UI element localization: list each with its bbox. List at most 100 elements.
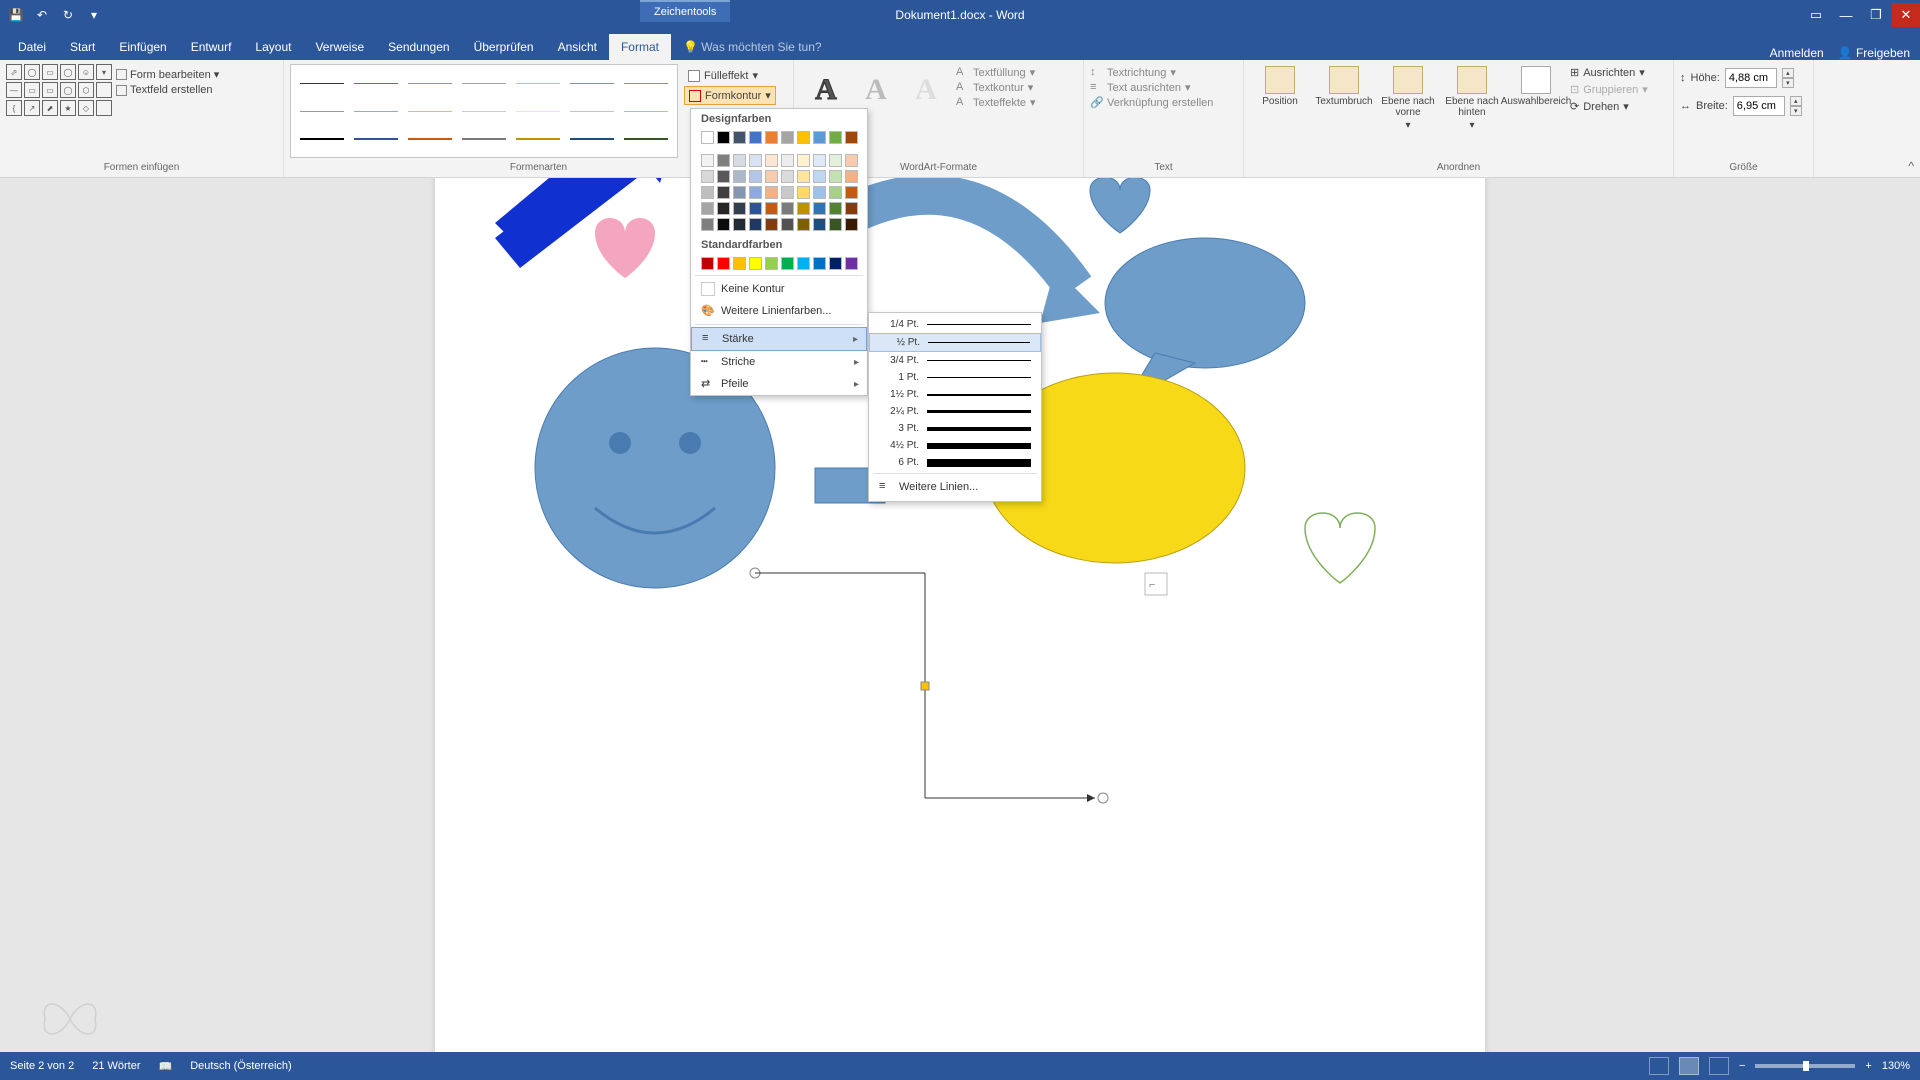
word-count[interactable]: 21 Wörter — [92, 1060, 140, 1072]
color-swatch[interactable] — [765, 154, 778, 167]
more-lines-item[interactable]: ≡Weitere Linien... — [869, 476, 1041, 498]
shapes-gallery[interactable]: ⬀◯▭◯☺▾ —▭▭◯⬡ {↗⬈★◇ — [6, 64, 112, 116]
text-direction-button[interactable]: ↕Textrichtung ▾ — [1090, 66, 1213, 79]
color-swatch[interactable] — [845, 218, 858, 231]
tab-layout[interactable]: Layout — [243, 34, 303, 60]
color-swatch[interactable] — [717, 257, 730, 270]
color-swatch[interactable] — [733, 131, 746, 144]
width-spin-down[interactable]: ▾ — [1790, 106, 1802, 116]
weight-submenu-item[interactable]: ≡Stärke▸ — [691, 327, 867, 351]
weight-025pt[interactable]: 1/4 Pt. — [869, 316, 1041, 333]
color-swatch[interactable] — [829, 257, 842, 270]
color-swatch[interactable] — [765, 186, 778, 199]
width-input[interactable] — [1733, 96, 1785, 116]
tab-view[interactable]: Ansicht — [546, 34, 609, 60]
zoom-slider[interactable] — [1755, 1064, 1855, 1068]
color-swatch[interactable] — [749, 218, 762, 231]
weight-6pt[interactable]: 6 Pt. — [869, 454, 1041, 471]
tab-design[interactable]: Entwurf — [179, 34, 244, 60]
color-swatch[interactable] — [845, 154, 858, 167]
zoom-out-icon[interactable]: − — [1739, 1060, 1745, 1072]
color-swatch[interactable] — [813, 257, 826, 270]
tab-insert[interactable]: Einfügen — [107, 34, 178, 60]
color-swatch[interactable] — [845, 186, 858, 199]
document-canvas[interactable]: ⌐ — [0, 178, 1920, 1052]
color-swatch[interactable] — [717, 218, 730, 231]
color-swatch[interactable] — [733, 170, 746, 183]
tab-tellme[interactable]: 💡 Was möchten Sie tun? — [671, 34, 834, 60]
signin-link[interactable]: Anmelden — [1770, 46, 1824, 60]
weight-1pt[interactable]: 1 Pt. — [869, 369, 1041, 386]
color-swatch[interactable] — [781, 170, 794, 183]
more-outline-colors-item[interactable]: 🎨Weitere Linienfarben... — [691, 300, 867, 322]
color-swatch[interactable] — [717, 170, 730, 183]
color-swatch[interactable] — [749, 170, 762, 183]
color-swatch[interactable] — [717, 154, 730, 167]
color-swatch[interactable] — [829, 186, 842, 199]
color-swatch[interactable] — [733, 202, 746, 215]
zoom-level[interactable]: 130% — [1882, 1060, 1910, 1072]
color-swatch[interactable] — [845, 170, 858, 183]
text-effects-button[interactable]: ATexteffekte ▾ — [956, 96, 1036, 109]
color-swatch[interactable] — [781, 218, 794, 231]
page-indicator[interactable]: Seite 2 von 2 — [10, 1060, 74, 1072]
redo-icon[interactable]: ↻ — [60, 7, 76, 23]
maximize-icon[interactable]: ❐ — [1862, 3, 1890, 27]
color-swatch[interactable] — [765, 202, 778, 215]
position-button[interactable]: Position — [1250, 64, 1310, 131]
color-swatch[interactable] — [797, 170, 810, 183]
color-swatch[interactable] — [749, 154, 762, 167]
color-swatch[interactable] — [765, 218, 778, 231]
color-swatch[interactable] — [765, 131, 778, 144]
send-backward-button[interactable]: Ebene nach hinten ▾ — [1442, 64, 1502, 131]
color-swatch[interactable] — [845, 257, 858, 270]
web-layout-icon[interactable] — [1709, 1057, 1729, 1075]
print-layout-icon[interactable] — [1679, 1057, 1699, 1075]
color-swatch[interactable] — [813, 186, 826, 199]
color-swatch[interactable] — [749, 202, 762, 215]
shape-fill-button[interactable]: Fülleffekt ▾ — [684, 67, 776, 84]
color-swatch[interactable] — [829, 154, 842, 167]
color-swatch[interactable] — [813, 131, 826, 144]
color-swatch[interactable] — [781, 257, 794, 270]
color-swatch[interactable] — [813, 154, 826, 167]
color-swatch[interactable] — [733, 186, 746, 199]
color-swatch[interactable] — [701, 202, 714, 215]
qat-customize-icon[interactable]: ▾ — [86, 7, 102, 23]
color-swatch[interactable] — [797, 202, 810, 215]
collapse-ribbon-icon[interactable]: ^ — [1908, 159, 1914, 173]
draw-textbox-button[interactable]: Textfeld erstellen — [116, 84, 219, 96]
weight-05pt[interactable]: ½ Pt. — [869, 333, 1041, 352]
color-swatch[interactable] — [781, 131, 794, 144]
zoom-in-icon[interactable]: + — [1865, 1060, 1871, 1072]
color-swatch[interactable] — [829, 170, 842, 183]
color-swatch[interactable] — [733, 218, 746, 231]
color-swatch[interactable] — [717, 202, 730, 215]
text-outline-button[interactable]: ATextkontur ▾ — [956, 81, 1036, 94]
color-swatch[interactable] — [733, 154, 746, 167]
color-swatch[interactable] — [829, 218, 842, 231]
color-swatch[interactable] — [701, 131, 714, 144]
edit-shape-button[interactable]: Form bearbeiten ▾ — [116, 68, 219, 81]
tab-file[interactable]: Datei — [6, 34, 58, 60]
create-link-button[interactable]: 🔗Verknüpfung erstellen — [1090, 96, 1213, 109]
color-swatch[interactable] — [829, 131, 842, 144]
weight-225pt[interactable]: 2¼ Pt. — [869, 403, 1041, 420]
color-swatch[interactable] — [797, 131, 810, 144]
color-swatch[interactable] — [797, 186, 810, 199]
tab-mailings[interactable]: Sendungen — [376, 34, 461, 60]
tab-home[interactable]: Start — [58, 34, 107, 60]
weight-075pt[interactable]: 3/4 Pt. — [869, 352, 1041, 369]
tab-references[interactable]: Verweise — [303, 34, 376, 60]
shape-outline-button[interactable]: Formkontur ▾ — [684, 86, 776, 105]
color-swatch[interactable] — [829, 202, 842, 215]
height-spin-up[interactable]: ▴ — [1782, 68, 1794, 78]
color-swatch[interactable] — [749, 131, 762, 144]
color-swatch[interactable] — [765, 257, 778, 270]
dashes-submenu-item[interactable]: ┅Striche▸ — [691, 351, 867, 373]
bring-forward-button[interactable]: Ebene nach vorne ▾ — [1378, 64, 1438, 131]
group-button[interactable]: ⊡Gruppieren ▾ — [1570, 83, 1648, 96]
tab-format[interactable]: Format — [609, 34, 671, 60]
color-swatch[interactable] — [701, 186, 714, 199]
arrows-submenu-item[interactable]: ⇄Pfeile▸ — [691, 373, 867, 395]
